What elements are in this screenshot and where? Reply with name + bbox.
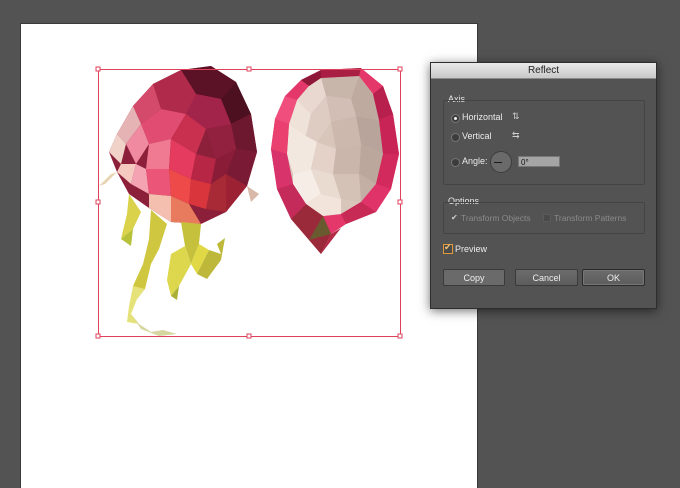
vertical-label[interactable]: Vertical [462,131,492,141]
preview-checkbox[interactable]: ✔ [443,242,453,254]
reflect-horizontal-icon: ⇅ [512,111,520,121]
transform-patterns-checkbox[interactable] [543,214,551,222]
vertical-radio[interactable] [451,133,460,142]
horizontal-radio[interactable] [451,114,460,123]
selection-handle-bottom-middle [246,333,252,339]
selection-handle-bottom-left [95,333,101,339]
transform-objects-label[interactable]: Transform Objects [461,213,531,223]
angle-dial[interactable] [490,151,512,173]
horizontal-label[interactable]: Horizontal [462,112,503,122]
artwork-canvas[interactable] [21,24,477,488]
angle-label[interactable]: Angle: [462,156,488,166]
selection-handle-top-middle [246,66,252,72]
angle-input[interactable]: 0° [518,156,560,167]
selection-handle-middle-right [397,199,403,205]
selection-handle-top-right [397,66,403,72]
transform-patterns-label[interactable]: Transform Patterns [554,213,626,223]
dragonfruit-original-artwork[interactable] [99,66,259,336]
transform-objects-checkbox[interactable]: ✔ [451,213,458,222]
dialog-title[interactable]: Reflect [431,63,656,79]
reflect-vertical-icon: ⇆ [512,130,520,140]
selection-handle-middle-left [95,199,101,205]
copy-button[interactable]: Copy [443,269,505,286]
dragonfruit-reflected-preview [271,68,399,254]
reflect-dialog: Reflect Axis Horizontal ⇅ Vertical ⇆ Ang… [430,62,657,309]
preview-label[interactable]: Preview [455,244,487,254]
artboard [21,24,477,488]
cancel-button[interactable]: Cancel [515,269,578,286]
selection-handle-top-left [95,66,101,72]
checkmark-icon: ✔ [444,242,452,252]
selection-handle-bottom-right [397,333,403,339]
angle-radio[interactable] [451,158,460,167]
ok-button[interactable]: OK [582,269,645,286]
